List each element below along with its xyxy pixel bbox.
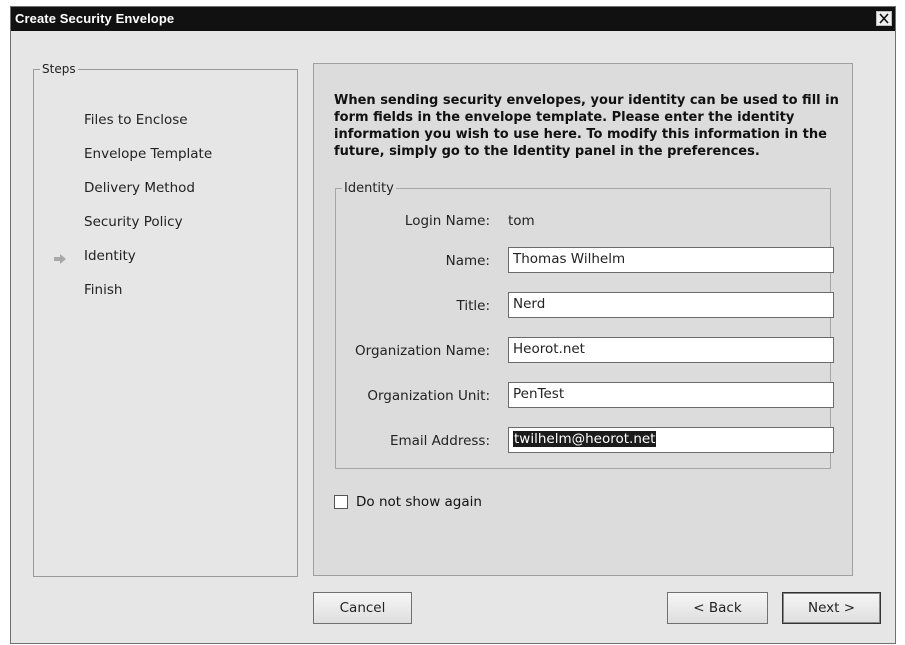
step-security-policy: Security Policy bbox=[84, 214, 183, 230]
organization-unit-field[interactable]: PenTest bbox=[508, 382, 834, 408]
name-field[interactable]: Thomas Wilhelm bbox=[508, 247, 834, 273]
do-not-show-checkbox[interactable] bbox=[334, 495, 348, 509]
dialog-window: Create Security Envelope Steps Files to … bbox=[10, 6, 896, 644]
identity-legend: Identity bbox=[344, 181, 394, 196]
organization-name-label: Organization Name: bbox=[355, 343, 490, 359]
email-address-value: twilhelm@heorot.net bbox=[513, 431, 657, 447]
identity-group: Identity Login Name: tom Name: Thomas Wi… bbox=[335, 181, 834, 469]
email-address-field[interactable]: twilhelm@heorot.net bbox=[508, 427, 834, 453]
step-files-to-enclose: Files to Enclose bbox=[84, 112, 188, 128]
content-panel: When sending security envelopes, your id… bbox=[313, 63, 853, 576]
arrow-right-icon bbox=[53, 250, 67, 269]
login-name-label: Login Name: bbox=[404, 213, 490, 229]
organization-name-field[interactable]: Heorot.net bbox=[508, 337, 834, 363]
step-delivery-method: Delivery Method bbox=[84, 180, 195, 196]
step-envelope-template: Envelope Template bbox=[84, 146, 213, 162]
title-label: Title: bbox=[456, 298, 490, 314]
close-icon bbox=[879, 13, 889, 24]
step-identity-row: Identity bbox=[34, 248, 274, 268]
title-field[interactable]: Nerd bbox=[508, 292, 834, 318]
name-label: Name: bbox=[445, 253, 490, 269]
do-not-show-label: Do not show again bbox=[356, 494, 482, 510]
intro-text: When sending security envelopes, your id… bbox=[334, 93, 839, 159]
close-button[interactable] bbox=[876, 11, 892, 26]
organization-unit-label: Organization Unit: bbox=[367, 388, 490, 404]
step-identity: Identity bbox=[84, 248, 136, 264]
window-title: Create Security Envelope bbox=[15, 11, 175, 26]
next-button[interactable]: Next > bbox=[782, 592, 881, 624]
login-name-value: tom bbox=[508, 213, 535, 229]
do-not-show-row: Do not show again bbox=[334, 494, 482, 510]
step-finish: Finish bbox=[84, 282, 123, 298]
steps-panel: Steps Files to Enclose Envelope Template… bbox=[33, 62, 298, 577]
email-address-label: Email Address: bbox=[389, 433, 490, 449]
title-bar: Create Security Envelope bbox=[11, 7, 895, 31]
back-button[interactable]: < Back bbox=[667, 592, 768, 624]
cancel-button[interactable]: Cancel bbox=[313, 592, 412, 624]
steps-legend: Steps bbox=[42, 62, 76, 76]
